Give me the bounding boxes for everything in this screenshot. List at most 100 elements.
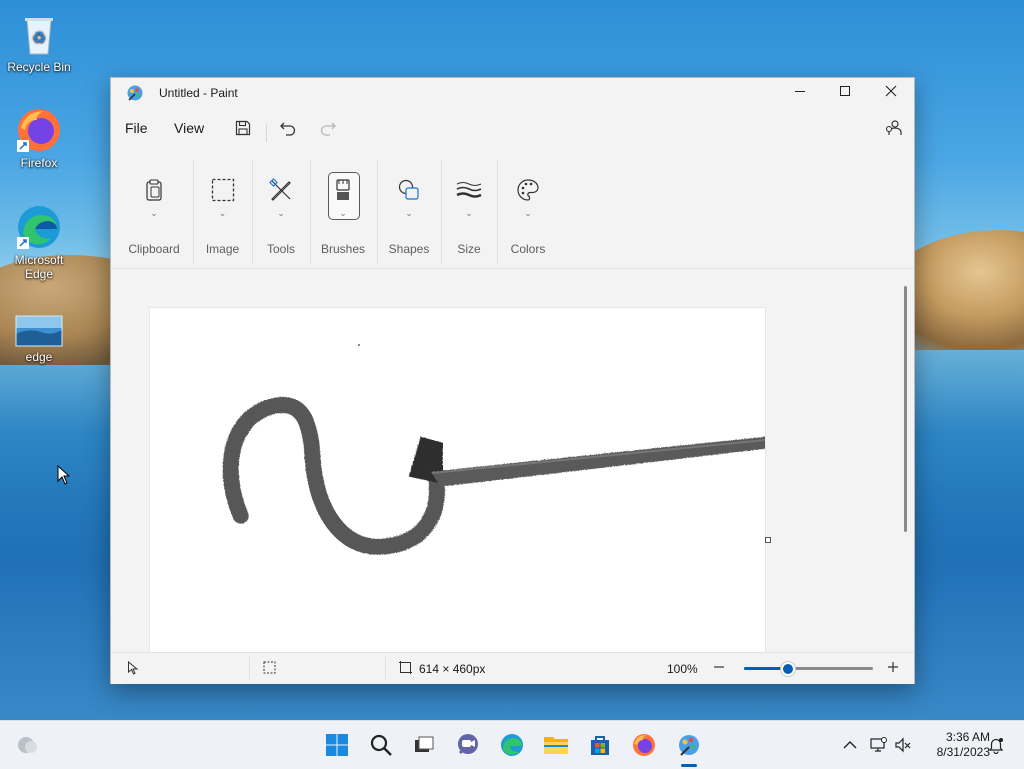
selection-size-icon: [263, 661, 276, 677]
canvas-workspace: [111, 269, 914, 652]
network-icon[interactable]: [866, 731, 890, 759]
active-app-indicator: [681, 764, 697, 767]
zoom-slider-thumb[interactable]: [780, 662, 795, 676]
ribbon-group-brushes[interactable]: ⌄ Brushes: [313, 150, 373, 268]
save-button[interactable]: [234, 119, 252, 142]
desktop-icon-label: edge: [25, 350, 53, 364]
close-icon: [885, 84, 897, 102]
redo-button[interactable]: [319, 119, 337, 142]
ribbon-group-shapes[interactable]: ⌄ Shapes: [380, 150, 438, 268]
undo-icon: [279, 122, 297, 141]
brush-strokes: [222, 344, 766, 555]
ribbon-group-label: Size: [457, 242, 481, 256]
notification-icon[interactable]: [984, 731, 1008, 759]
window-title: Untitled - Paint: [159, 86, 238, 100]
undo-button[interactable]: [279, 119, 297, 142]
ribbon-group-size[interactable]: ⌄ Size: [444, 150, 494, 268]
account-settings-icon: [884, 120, 902, 141]
edge-icon[interactable]: [498, 731, 526, 759]
clock[interactable]: 3:36 AM 8/31/2023: [920, 730, 990, 760]
ribbon-divider: [377, 160, 378, 264]
weather-icon[interactable]: [14, 731, 42, 759]
vertical-scrollbar[interactable]: [904, 286, 907, 532]
desktop-icon-label: Recycle Bin: [7, 60, 71, 74]
chevron-down-icon: ⌄: [277, 208, 285, 218]
svg-text:♻: ♻: [32, 28, 46, 47]
recycle-bin-icon: ♻: [15, 10, 63, 58]
palette-icon: [512, 174, 544, 206]
maximize-icon: [839, 84, 851, 102]
menu-divider: [266, 124, 267, 142]
chevron-down-icon: ⌄: [524, 208, 532, 218]
chevron-up-icon[interactable]: [838, 731, 862, 759]
chevron-down-icon: ⌄: [218, 208, 227, 218]
brush-icon: [327, 174, 359, 206]
zoom-out-button[interactable]: [709, 657, 729, 680]
close-button[interactable]: [868, 78, 914, 108]
statusbar-divider: [385, 657, 386, 679]
ribbon-group-label: Clipboard: [128, 242, 180, 256]
plus-icon: [883, 662, 903, 680]
ribbon-group-label: Shapes: [388, 242, 430, 256]
mouse-cursor-icon: [57, 464, 71, 490]
ribbon-group-clipboard[interactable]: ⌄ Clipboard: [119, 150, 189, 268]
title-bar[interactable]: Untitled - Paint: [111, 78, 914, 108]
paint-window: Untitled - Paint File View ⌄ Clipboard ⌄…: [110, 77, 915, 684]
pointer-position-icon: [127, 660, 139, 678]
desktop-icon-recycle-bin[interactable]: ♻ Recycle Bin: [1, 10, 77, 74]
zoom-in-button[interactable]: [883, 657, 903, 680]
clipboard-icon: [138, 174, 170, 206]
size-icon: [453, 174, 485, 206]
file-menu[interactable]: File: [125, 120, 148, 136]
menu-bar: File View: [111, 112, 914, 144]
ribbon-divider: [310, 160, 311, 264]
redo-icon: [319, 122, 337, 141]
maximize-button[interactable]: [822, 78, 868, 108]
chevron-down-icon: ⌄: [339, 208, 347, 218]
ribbon-group-label: Colors: [510, 242, 546, 256]
minimize-button[interactable]: [777, 78, 823, 108]
canvas-size-icon: [399, 661, 412, 677]
file-explorer-icon[interactable]: [542, 731, 570, 759]
paint-icon[interactable]: [675, 731, 703, 759]
drawing-canvas[interactable]: [150, 308, 766, 652]
search-icon[interactable]: [367, 731, 395, 759]
clock-date: 8/31/2023: [936, 745, 990, 759]
firefox-icon[interactable]: [630, 731, 658, 759]
view-menu[interactable]: View: [174, 120, 204, 136]
chat-icon[interactable]: [454, 731, 482, 759]
chevron-down-icon: ⌄: [150, 208, 158, 218]
ribbon-divider: [497, 160, 498, 264]
paint-icon: [126, 84, 144, 107]
chevron-down-icon: ⌄: [405, 208, 413, 218]
save-icon: [234, 120, 252, 141]
volume-muted-icon[interactable]: [891, 731, 915, 759]
clock-time: 3:36 AM: [945, 730, 990, 744]
desktop-icon-label: Microsoft Edge: [14, 253, 64, 281]
desktop-icon-edge-image[interactable]: edge: [1, 312, 77, 364]
ribbon-group-label: Image: [205, 242, 240, 256]
start-icon[interactable]: [323, 731, 351, 759]
store-icon[interactable]: [586, 731, 614, 759]
ribbon-group-label: Brushes: [320, 242, 366, 256]
desktop-icon-firefox[interactable]: Firefox: [1, 106, 77, 170]
ribbon-group-tools[interactable]: ⌄ Tools: [255, 150, 307, 268]
ribbon-group-colors[interactable]: ⌄ Colors: [500, 150, 556, 268]
task-view-icon[interactable]: [410, 731, 438, 759]
ribbon-group-label: Tools: [266, 242, 295, 256]
status-bar: 614 × 460px 100%: [111, 652, 914, 684]
chevron-down-icon: ⌄: [465, 208, 473, 218]
shapes-icon: [393, 174, 425, 206]
taskbar: 3:36 AM 8/31/2023: [0, 720, 1024, 769]
select-icon: [207, 174, 239, 206]
tools-icon: [265, 174, 297, 206]
ribbon-toolbar: ⌄ Clipboard ⌄ Image ⌄ Tools ⌄ Brushes ⌄ …: [111, 150, 914, 269]
minimize-icon: [794, 84, 806, 102]
desktop-icon-edge[interactable]: Microsoft Edge: [1, 203, 77, 281]
account-settings-button[interactable]: [884, 119, 902, 142]
zoom-slider[interactable]: [744, 662, 873, 676]
canvas-resize-handle[interactable]: [765, 537, 771, 543]
ribbon-divider: [252, 160, 253, 264]
ribbon-divider: [441, 160, 442, 264]
ribbon-group-image[interactable]: ⌄ Image: [196, 150, 249, 268]
